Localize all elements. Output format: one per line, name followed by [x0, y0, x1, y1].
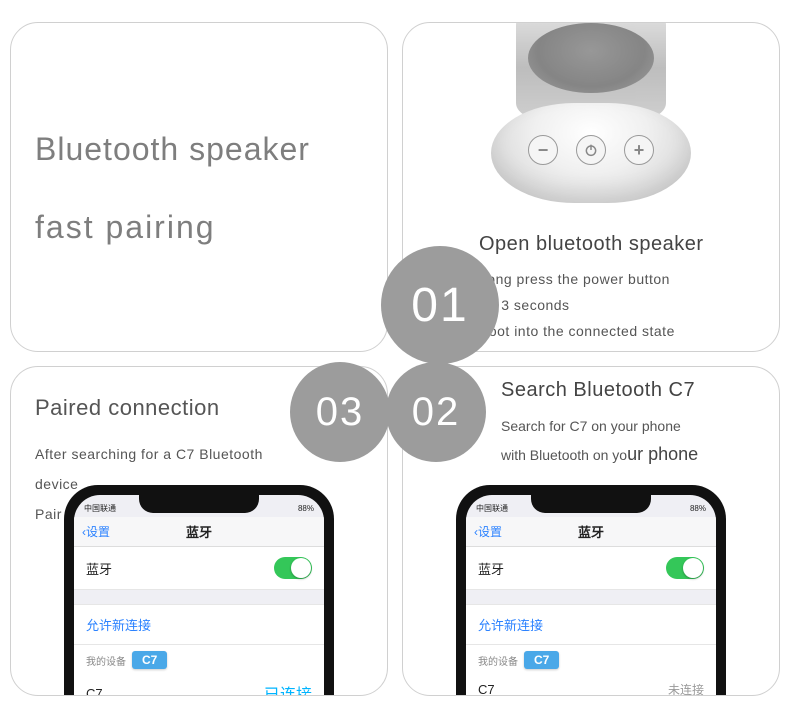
step02-line2: with Bluetooth on your phone — [501, 440, 769, 469]
minus-button-icon: − — [528, 135, 558, 165]
step01-title: Open bluetooth speaker — [479, 233, 769, 256]
nav-bar: ‹设置 蓝牙 — [466, 517, 716, 547]
step01-line1: Long press the power button — [479, 266, 769, 292]
device-row-c7[interactable]: C7 已连接 — [74, 671, 324, 696]
step-badge-02: 02 — [386, 362, 486, 462]
bluetooth-label: 蓝牙 — [86, 559, 112, 578]
step-badge-03: 03 — [290, 362, 390, 462]
step02-text: Search Bluetooth C7 Search for C7 on you… — [501, 379, 769, 469]
phone-mock-right: 中国联通 88% ‹设置 蓝牙 蓝牙 允许新连接 我的设备 C7 — [456, 485, 726, 696]
nav-title: 蓝牙 — [578, 522, 604, 541]
battery-label: 88% — [690, 504, 706, 513]
phone-mock-left: 中国联通 88% ‹设置 蓝牙 蓝牙 允许新连接 我的设备 C7 — [64, 485, 334, 696]
allow-row[interactable]: 允许新连接 — [466, 604, 716, 645]
allow-label: 允许新连接 — [478, 615, 543, 634]
headline-line1: Bluetooth speaker — [35, 131, 310, 168]
plus-button-icon: + — [624, 135, 654, 165]
speaker-body: − + — [491, 103, 691, 203]
toggle-on-icon[interactable] — [666, 557, 704, 579]
allow-row[interactable]: 允许新连接 — [74, 604, 324, 645]
phone-notch — [531, 495, 651, 513]
headline-line2: fast pairing — [35, 209, 216, 246]
step01-line2: for 3 seconds — [479, 292, 769, 318]
nav-bar: ‹设置 蓝牙 — [74, 517, 324, 547]
device-row-c7[interactable]: C7 未连接 — [466, 671, 716, 696]
toggle-on-icon[interactable] — [274, 557, 312, 579]
connected-status: 已连接 — [264, 681, 312, 696]
back-link[interactable]: ‹设置 — [82, 523, 110, 540]
phone-notch — [139, 495, 259, 513]
c7-badge: C7 — [524, 651, 559, 669]
my-devices-row: 我的设备 C7 — [466, 645, 716, 671]
bluetooth-toggle-row[interactable]: 蓝牙 — [74, 547, 324, 590]
allow-label: 允许新连接 — [86, 615, 151, 634]
device-name: C7 — [86, 686, 103, 697]
c7-badge: C7 — [132, 651, 167, 669]
my-devices-label: 我的设备 — [478, 653, 518, 668]
not-connected-status: 未连接 — [668, 681, 704, 696]
step03-title: Paired connection — [35, 395, 297, 421]
my-devices-row: 我的设备 C7 — [74, 645, 324, 671]
step01-text: Open bluetooth speaker Long press the po… — [479, 233, 769, 344]
speaker-image: − + — [461, 22, 721, 213]
power-button-icon — [576, 135, 606, 165]
carrier-label: 中国联通 — [84, 503, 116, 514]
phone-screen: 中国联通 88% ‹设置 蓝牙 蓝牙 允许新连接 我的设备 C7 — [74, 495, 324, 696]
bluetooth-toggle-row[interactable]: 蓝牙 — [466, 547, 716, 590]
step-badge-01: 01 — [381, 246, 499, 364]
speaker-button-row: − + — [528, 135, 654, 165]
back-link[interactable]: ‹设置 — [474, 523, 502, 540]
my-devices-label: 我的设备 — [86, 653, 126, 668]
step02-line1: Search for C7 on your phone — [501, 412, 769, 440]
carrier-label: 中国联通 — [476, 503, 508, 514]
nav-title: 蓝牙 — [186, 522, 212, 541]
phone-screen: 中国联通 88% ‹设置 蓝牙 蓝牙 允许新连接 我的设备 C7 — [466, 495, 716, 696]
title-card: Bluetooth speaker fast pairing — [10, 22, 388, 352]
step02-title: Search Bluetooth C7 — [501, 379, 769, 402]
battery-label: 88% — [298, 504, 314, 513]
bluetooth-label: 蓝牙 — [478, 559, 504, 578]
device-name: C7 — [478, 682, 495, 696]
step01-line3: Boot into the connected state — [479, 318, 769, 344]
